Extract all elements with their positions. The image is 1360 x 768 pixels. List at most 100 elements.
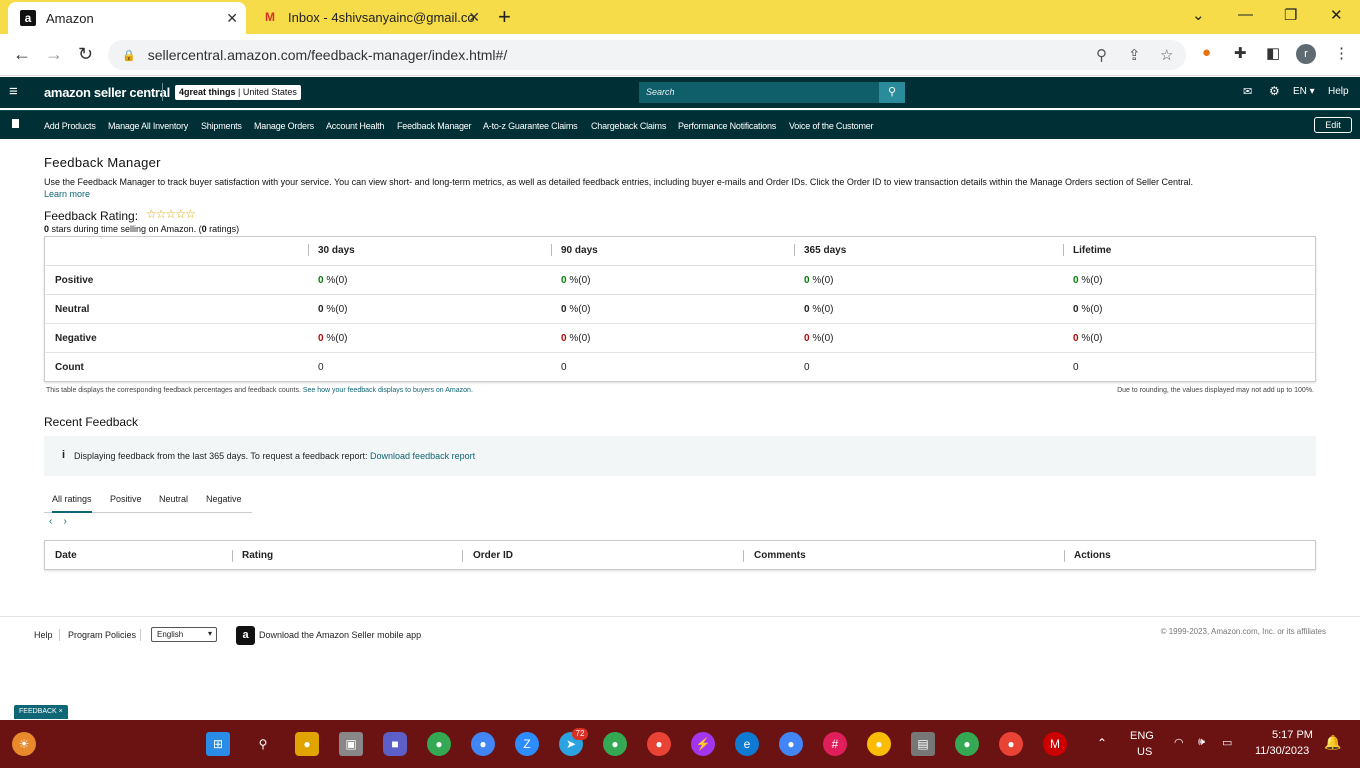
store-selector[interactable]: 4great things | United States bbox=[175, 85, 301, 100]
chrome-icon[interactable]: ● bbox=[427, 732, 451, 756]
share-icon[interactable]: ⇪ bbox=[1128, 46, 1141, 64]
slack-icon[interactable]: # bbox=[823, 732, 847, 756]
address-bar[interactable]: 🔒 sellercentral.amazon.com/feedback-mana… bbox=[108, 40, 1186, 70]
task-view-icon[interactable]: ▣ bbox=[339, 732, 363, 756]
chrome-icon[interactable]: ● bbox=[779, 732, 803, 756]
chrome-icon[interactable]: ● bbox=[647, 732, 671, 756]
prev-page-icon[interactable]: ‹ bbox=[49, 516, 52, 527]
nav-account-health[interactable]: Account Health bbox=[326, 121, 384, 131]
notification-bell-icon[interactable]: 🔔 bbox=[1324, 734, 1341, 751]
chevron-up-icon[interactable]: ⌃ bbox=[1097, 736, 1107, 750]
zoom-icon[interactable]: ⚲ bbox=[1096, 46, 1107, 64]
column-divider bbox=[551, 244, 552, 256]
menu-kebab-icon[interactable]: ⋮ bbox=[1334, 44, 1349, 62]
search-icon[interactable]: ⚲ bbox=[879, 82, 905, 103]
feedback-summary-table: 30 days 90 days 365 days Lifetime Positi… bbox=[44, 236, 1316, 382]
back-icon[interactable]: ← bbox=[13, 44, 31, 65]
new-tab-button[interactable]: + bbox=[498, 4, 511, 30]
tab-gmail[interactable]: M Inbox - 4shivsanyainc@gmail.co ✕ bbox=[258, 0, 488, 34]
nav-add-products[interactable]: Add Products bbox=[44, 121, 96, 131]
app-icon[interactable]: ▤ bbox=[911, 732, 935, 756]
weather-icon[interactable]: ☀ bbox=[12, 732, 36, 756]
footer-policies-link[interactable]: Program Policies bbox=[68, 630, 136, 640]
profile-avatar[interactable]: r bbox=[1296, 44, 1316, 64]
download-app-link[interactable]: Download the Amazon Seller mobile app bbox=[259, 630, 421, 640]
volume-icon[interactable]: 🕪 bbox=[1198, 736, 1205, 749]
nav-feedback-manager[interactable]: Feedback Manager bbox=[397, 121, 472, 131]
search-input[interactable]: Search bbox=[639, 82, 879, 103]
close-window-button[interactable]: ✕ bbox=[1330, 6, 1343, 24]
nav-voice-of-customer[interactable]: Voice of the Customer bbox=[789, 121, 874, 131]
bookmark-icon[interactable] bbox=[12, 119, 19, 128]
column-date[interactable]: Date bbox=[55, 550, 77, 561]
reload-icon[interactable]: ↻ bbox=[78, 44, 93, 65]
tab-neutral[interactable]: Neutral bbox=[159, 494, 188, 504]
close-tab-icon[interactable]: ✕ bbox=[226, 10, 238, 27]
count-365: 0 bbox=[804, 362, 810, 373]
chrome-icon[interactable]: ● bbox=[999, 732, 1023, 756]
chrome-icon[interactable]: ● bbox=[471, 732, 495, 756]
bookmark-star-icon[interactable]: ☆ bbox=[1160, 46, 1173, 64]
nav-chargeback-claims[interactable]: Chargeback Claims bbox=[591, 121, 666, 131]
side-panel-icon[interactable]: ◧ bbox=[1266, 44, 1280, 62]
search-icon[interactable]: ⚲ bbox=[251, 732, 275, 756]
column-actions[interactable]: Actions bbox=[1074, 550, 1111, 561]
clock-date[interactable]: 11/30/2023 bbox=[1255, 745, 1309, 757]
edge-icon[interactable]: e bbox=[735, 732, 759, 756]
copilot-icon[interactable]: ● bbox=[295, 732, 319, 756]
help-link[interactable]: Help bbox=[1328, 86, 1349, 97]
table-row-neutral: Neutral 0 %(0) 0 %(0) 0 %(0) 0 %(0) bbox=[45, 295, 1315, 324]
column-comments[interactable]: Comments bbox=[754, 550, 806, 561]
column-rating[interactable]: Rating bbox=[242, 550, 273, 561]
table-row-count: Count 0 0 0 0 bbox=[55, 362, 1079, 373]
positive-lifetime: 0 %(0) bbox=[1073, 275, 1103, 286]
mcafee-icon[interactable]: M bbox=[1043, 732, 1067, 756]
gmail-favicon-icon: M bbox=[265, 10, 275, 24]
clock-time[interactable]: 5:17 PM bbox=[1272, 729, 1313, 741]
chrome-icon[interactable]: ● bbox=[867, 732, 891, 756]
nav-manage-inventory[interactable]: Manage All Inventory bbox=[108, 121, 188, 131]
tab-negative[interactable]: Negative bbox=[206, 494, 242, 504]
next-page-icon[interactable]: › bbox=[63, 516, 66, 527]
tab-positive[interactable]: Positive bbox=[110, 494, 142, 504]
nav-performance-notifications[interactable]: Performance Notifications bbox=[678, 121, 776, 131]
tab-all-ratings[interactable]: All ratings bbox=[52, 494, 92, 513]
language-selector[interactable]: EN ▾ bbox=[1293, 86, 1315, 97]
extensions-puzzle-icon[interactable]: ✚ bbox=[1234, 44, 1247, 62]
forward-icon[interactable]: → bbox=[45, 44, 63, 65]
extension-icon[interactable]: ● bbox=[1202, 44, 1211, 61]
page-footer: Help Program Policies English ▾ a Downloa… bbox=[0, 616, 1360, 666]
tab-search-icon[interactable]: ⌄ bbox=[1192, 6, 1205, 24]
language-select[interactable]: English ▾ bbox=[151, 627, 217, 642]
battery-icon[interactable]: ▭ bbox=[1222, 736, 1232, 749]
nav-shipments[interactable]: Shipments bbox=[201, 121, 242, 131]
download-report-link[interactable]: Download feedback report bbox=[370, 451, 475, 461]
browser-toolbar: ← → ↻ 🔒 sellercentral.amazon.com/feedbac… bbox=[0, 34, 1360, 76]
close-tab-icon[interactable]: ✕ bbox=[468, 9, 480, 26]
learn-more-link[interactable]: Learn more bbox=[44, 189, 90, 199]
lang-indicator[interactable]: ENG bbox=[1130, 730, 1154, 742]
chrome-icon[interactable]: ● bbox=[603, 732, 627, 756]
feedback-button[interactable]: FEEDBACK × bbox=[14, 705, 68, 719]
nav-manage-orders[interactable]: Manage Orders bbox=[254, 121, 314, 131]
hamburger-menu-icon[interactable]: ≡ bbox=[9, 83, 18, 100]
edit-nav-button[interactable]: Edit bbox=[1314, 117, 1352, 133]
feedback-display-link[interactable]: See how your feedback displays to buyers… bbox=[303, 387, 473, 394]
page-title: Feedback Manager bbox=[44, 155, 161, 170]
messenger-icon[interactable]: ⚡ bbox=[691, 732, 715, 756]
mail-icon[interactable]: ✉ bbox=[1243, 85, 1252, 98]
restore-button[interactable]: ❐ bbox=[1284, 6, 1297, 24]
minimize-button[interactable]: — bbox=[1238, 6, 1253, 23]
column-order-id[interactable]: Order ID bbox=[473, 550, 513, 561]
gear-icon[interactable]: ⚙ bbox=[1269, 84, 1280, 98]
seller-central-logo[interactable]: amazon seller central bbox=[44, 85, 170, 100]
seller-central-header: ≡ amazon seller central 4great things | … bbox=[0, 77, 1360, 108]
chrome-icon[interactable]: ● bbox=[955, 732, 979, 756]
wifi-icon[interactable]: ◠ bbox=[1174, 736, 1184, 749]
teams-icon[interactable]: ■ bbox=[383, 732, 407, 756]
nav-atoz-claims[interactable]: A-to-z Guarantee Claims bbox=[483, 121, 578, 131]
tab-amazon[interactable]: a Amazon ✕ bbox=[8, 2, 246, 34]
footer-help-link[interactable]: Help bbox=[34, 630, 53, 640]
start-icon[interactable]: ⊞ bbox=[206, 732, 230, 756]
zoom-app-icon[interactable]: Z bbox=[515, 732, 539, 756]
